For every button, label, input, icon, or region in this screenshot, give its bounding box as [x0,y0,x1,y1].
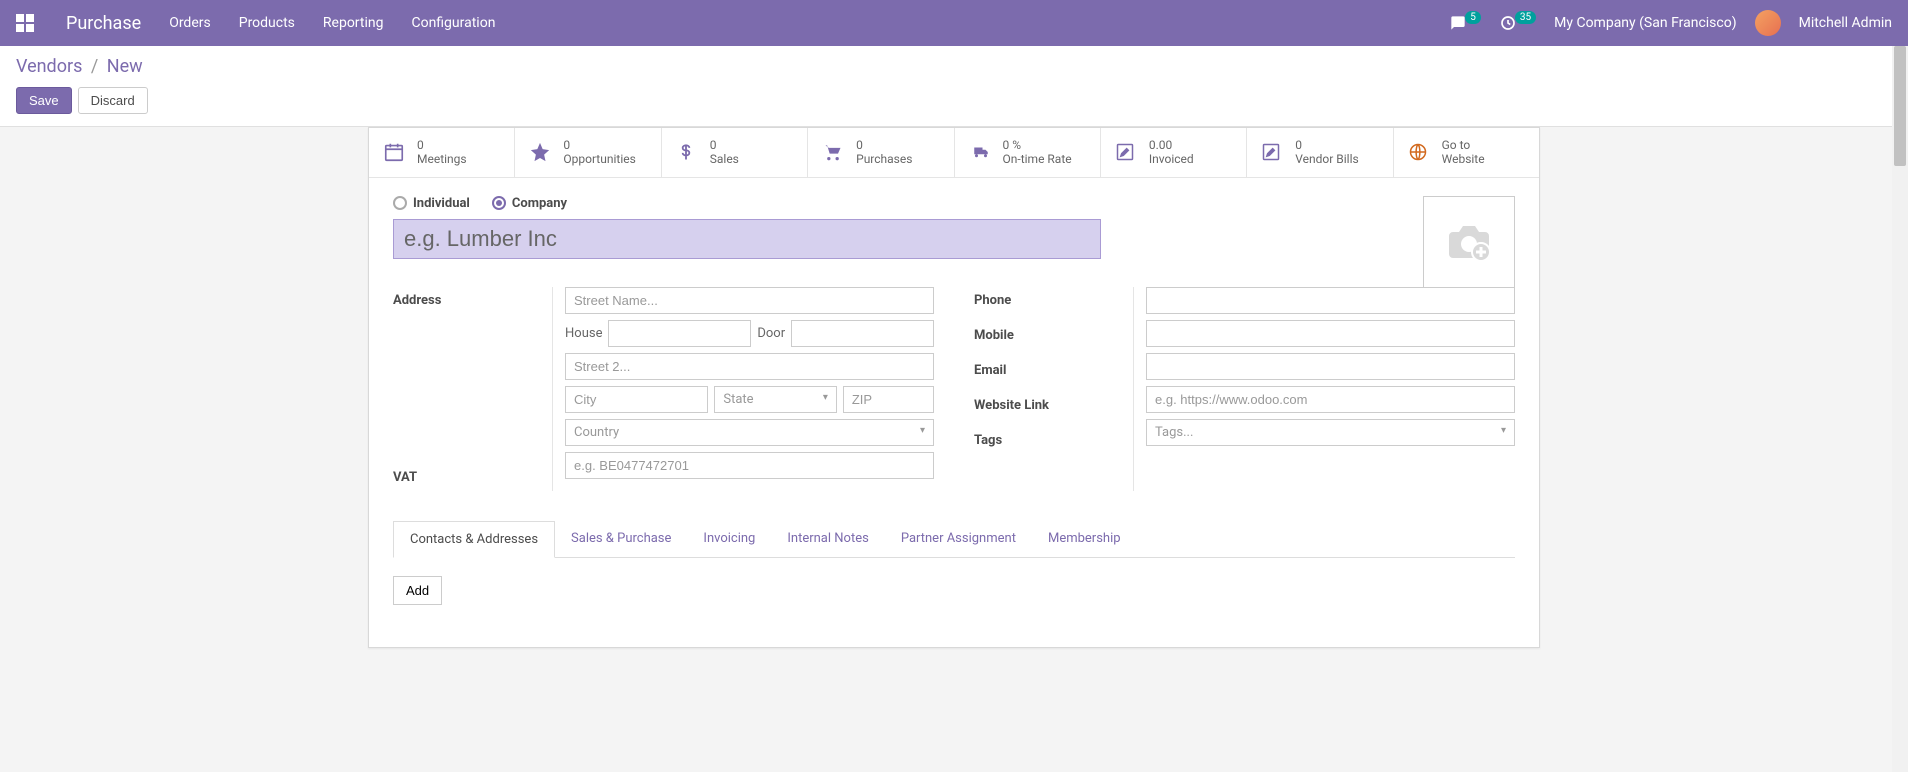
name-input[interactable] [393,219,1101,259]
label-website: Website Link [974,392,1121,419]
top-navbar: Purchase Orders Products Reporting Confi… [0,0,1908,46]
tab-invoicing[interactable]: Invoicing [687,521,771,557]
stat-meetings[interactable]: 0Meetings [369,128,515,177]
tab-membership[interactable]: Membership [1032,521,1137,557]
messages-button[interactable]: 5 [1449,15,1481,31]
stat-ontime-rate[interactable]: 0 %On-time Rate [955,128,1101,177]
stat-sales[interactable]: 0Sales [662,128,808,177]
messages-badge: 5 [1465,11,1481,24]
country-select[interactable]: Country [565,419,934,446]
mobile-input[interactable] [1146,320,1515,347]
truck-icon [969,143,993,161]
company-switcher[interactable]: My Company (San Francisco) [1554,15,1736,31]
stat-vendor-bills[interactable]: 0Vendor Bills [1247,128,1393,177]
label-address: Address [393,287,540,314]
label-mobile: Mobile [974,322,1121,349]
calendar-icon [383,141,407,163]
menu-orders[interactable]: Orders [169,15,211,31]
discard-button[interactable]: Discard [78,87,148,114]
save-button[interactable]: Save [16,87,72,114]
menu-configuration[interactable]: Configuration [411,15,495,31]
stat-buttons-bar: 0Meetings 0Opportunities 0Sales 0Purchas… [369,128,1539,178]
control-panel: Vendors / New Save Discard [0,46,1908,127]
street-input[interactable] [565,287,934,314]
email-input[interactable] [1146,353,1515,380]
pencil-square-icon [1115,142,1139,162]
label-house: House [565,320,602,347]
radio-icon [492,196,506,210]
website-input[interactable] [1146,386,1515,413]
label-door: Door [757,320,785,347]
phone-input[interactable] [1146,287,1515,314]
label-phone: Phone [974,287,1121,314]
add-contact-button[interactable]: Add [393,576,442,605]
scrollbar[interactable] [1892,46,1908,772]
radio-individual[interactable]: Individual [393,196,470,211]
radio-icon [393,196,407,210]
stat-invoiced[interactable]: 0.00Invoiced [1101,128,1247,177]
pencil-square-icon [1261,142,1285,162]
cart-icon [822,142,846,162]
tab-internal-notes[interactable]: Internal Notes [771,521,884,557]
apps-icon[interactable] [16,14,34,32]
street2-input[interactable] [565,353,934,380]
star-icon [529,141,553,163]
camera-plus-icon [1442,218,1496,266]
state-select[interactable]: State [714,386,836,413]
notebook-tabs: Contacts & Addresses Sales & Purchase In… [393,521,1515,558]
breadcrumb-parent[interactable]: Vendors [16,56,82,77]
door-input[interactable] [791,320,934,347]
user-avatar[interactable] [1755,10,1781,36]
scrollbar-thumb[interactable] [1894,46,1906,166]
tab-partner-assignment[interactable]: Partner Assignment [885,521,1032,557]
radio-company[interactable]: Company [492,196,567,211]
globe-icon [1408,142,1432,162]
user-menu[interactable]: Mitchell Admin [1799,15,1892,31]
activities-badge: 35 [1515,11,1536,24]
breadcrumb: Vendors / New [16,56,1892,77]
company-type-radio-group: Individual Company [393,196,1515,211]
activities-button[interactable]: 35 [1499,14,1536,32]
tab-sales-purchase[interactable]: Sales & Purchase [555,521,687,557]
stat-purchases[interactable]: 0Purchases [808,128,954,177]
label-vat: VAT [393,464,540,491]
city-input[interactable] [565,386,708,413]
vat-input[interactable] [565,452,934,479]
label-email: Email [974,357,1121,384]
zip-input[interactable] [843,386,934,413]
form-sheet: 0Meetings 0Opportunities 0Sales 0Purchas… [368,127,1540,648]
stat-website[interactable]: Go toWebsite [1394,128,1539,177]
label-tags: Tags [974,427,1121,454]
tab-contacts-addresses[interactable]: Contacts & Addresses [393,521,555,558]
dollar-icon [676,141,700,163]
house-input[interactable] [608,320,751,347]
image-upload[interactable] [1423,196,1515,288]
menu-reporting[interactable]: Reporting [323,15,384,31]
stat-opportunities[interactable]: 0Opportunities [515,128,661,177]
app-title[interactable]: Purchase [66,13,141,34]
tags-select[interactable]: Tags... [1146,419,1515,446]
breadcrumb-current: New [107,56,143,77]
menu-products[interactable]: Products [239,15,295,31]
